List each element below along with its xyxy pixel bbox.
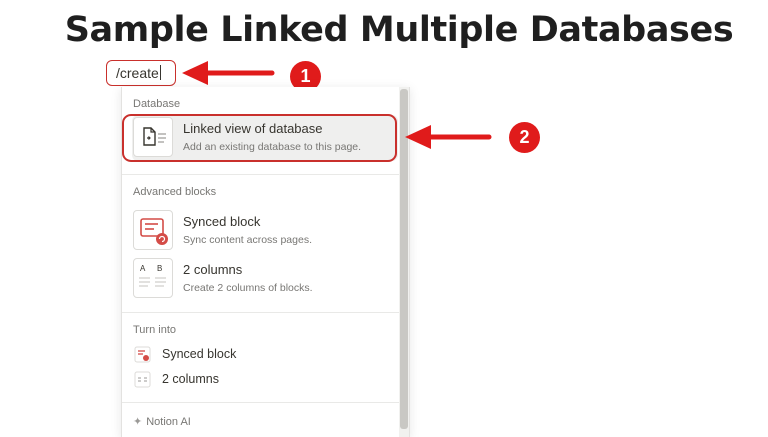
section-label-database: Database xyxy=(133,98,181,110)
menu-item-name: Synced block xyxy=(183,214,261,229)
menu-divider xyxy=(122,402,399,403)
turn-into-2-columns[interactable]: 2 columns xyxy=(133,370,393,390)
slash-command-input[interactable]: /create xyxy=(106,60,176,86)
annotation-arrow-1 xyxy=(182,61,275,85)
turn-into-synced-block[interactable]: Synced block xyxy=(133,345,393,365)
annotation-arrow-2 xyxy=(405,125,492,149)
notion-ai-section[interactable]: ✦ Notion AI xyxy=(133,415,191,428)
menu-item-description: Create 2 columns of blocks. xyxy=(183,282,313,294)
notion-ai-label: Notion AI xyxy=(146,416,191,428)
menu-item-2-columns[interactable]: A B 2 columns Create 2 columns of blocks… xyxy=(132,256,398,302)
menu-item-name: 2 columns xyxy=(183,262,243,277)
synced-block-icon xyxy=(134,346,151,363)
turn-into-item-name: Synced block xyxy=(162,347,237,361)
menu-divider xyxy=(122,174,399,175)
menu-item-description: Sync content across pages. xyxy=(183,234,312,246)
two-columns-icon: A B xyxy=(133,258,173,298)
text-cursor xyxy=(159,65,161,80)
two-columns-icon xyxy=(134,371,151,388)
menu-item-synced-block[interactable]: Synced block Sync content across pages. xyxy=(132,208,398,254)
page-title: Sample Linked Multiple Databases xyxy=(64,10,734,50)
sparkle-icon: ✦ xyxy=(133,416,143,428)
section-label-turn-into: Turn into xyxy=(133,324,177,336)
highlight-frame-linked-view xyxy=(122,114,397,162)
step-badge-2: 2 xyxy=(509,122,540,153)
menu-divider xyxy=(122,312,399,313)
section-label-advanced-blocks: Advanced blocks xyxy=(133,186,217,198)
command-text: /create xyxy=(116,65,159,81)
synced-block-icon xyxy=(133,210,173,250)
turn-into-item-name: 2 columns xyxy=(162,372,219,386)
